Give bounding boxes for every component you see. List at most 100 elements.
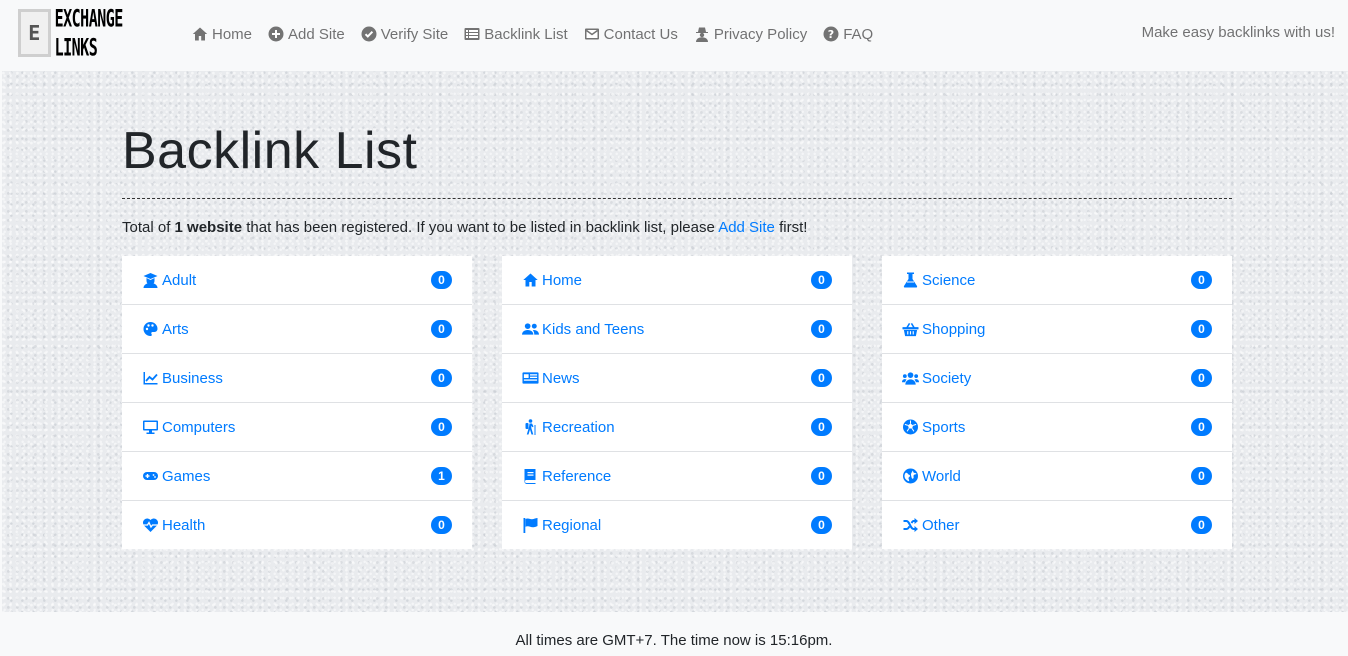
count-badge: 0	[1191, 418, 1212, 436]
category-label: Regional	[542, 516, 602, 534]
category-link-business[interactable]: Business	[142, 370, 223, 387]
user-secret-icon	[694, 26, 710, 42]
count-badge: 1	[431, 467, 452, 485]
category-link-shopping[interactable]: Shopping	[902, 321, 985, 338]
nav-home-label: Home	[212, 25, 253, 43]
category-link-adult[interactable]: Adult	[142, 272, 196, 289]
category-item-games: Games 1	[122, 452, 472, 501]
category-label: Science	[922, 271, 976, 289]
category-label: Business	[162, 369, 223, 387]
category-item-adult: Adult 0	[122, 256, 472, 305]
category-list-3: Science 0 Shopping 0 Society 0 Sports 0 …	[882, 256, 1232, 549]
count-badge: 0	[431, 418, 452, 436]
count-badge: 0	[431, 320, 452, 338]
intro-count: 1 website	[174, 219, 243, 236]
category-link-other[interactable]: Other	[902, 517, 960, 534]
category-item-other: Other 0	[882, 501, 1232, 549]
main-content: Backlink List Total of 1 website that ha…	[2, 71, 1348, 612]
palette-icon	[142, 321, 159, 337]
category-label: World	[922, 467, 961, 485]
nav-backlink-list[interactable]: Backlink List	[464, 22, 568, 46]
flask-icon	[902, 272, 919, 288]
desktop-icon	[142, 419, 159, 435]
heartbeat-icon	[142, 517, 159, 533]
category-label: Sports	[922, 418, 966, 436]
category-link-news[interactable]: News	[522, 370, 580, 387]
globe-icon	[902, 468, 919, 484]
category-item-reference: Reference 0	[502, 452, 852, 501]
nav-contact-us[interactable]: Contact Us	[584, 22, 678, 46]
nav-privacy-policy-label: Privacy Policy	[713, 25, 808, 43]
question-circle-icon: ?	[823, 26, 839, 42]
nav-verify-site[interactable]: Verify Site	[361, 22, 449, 46]
count-badge: 0	[431, 271, 452, 289]
add-site-link[interactable]: Add Site	[718, 219, 775, 236]
count-badge: 0	[811, 271, 832, 289]
category-link-regional[interactable]: Regional	[522, 517, 601, 534]
category-label: Recreation	[542, 418, 615, 436]
futbol-icon	[902, 419, 919, 435]
category-link-recreation[interactable]: Recreation	[522, 419, 615, 436]
category-item-home: Home 0	[502, 256, 852, 305]
newspaper-icon	[522, 370, 539, 386]
category-item-business: Business 0	[122, 354, 472, 403]
chart-line-icon	[142, 370, 159, 386]
user-graduate-icon	[142, 272, 159, 288]
category-label: Reference	[542, 467, 612, 485]
category-label: Home	[542, 271, 583, 289]
category-item-news: News 0	[502, 354, 852, 403]
category-link-reference[interactable]: Reference	[522, 468, 611, 485]
count-badge: 0	[431, 369, 452, 387]
intro-suffix: first!	[774, 219, 808, 236]
category-link-games[interactable]: Games	[142, 468, 210, 485]
intro-prefix: Total of	[122, 219, 175, 236]
category-link-society[interactable]: Society	[902, 370, 971, 387]
nav-contact-us-label: Contact Us	[603, 25, 678, 43]
nav-privacy-policy[interactable]: Privacy Policy	[694, 22, 807, 46]
users-icon	[902, 370, 919, 386]
category-label: Arts	[162, 320, 189, 338]
count-badge: 0	[1191, 271, 1212, 289]
brand-mark: E	[18, 9, 51, 57]
footer: All times are GMT+7. The time now is 15:…	[0, 612, 1348, 656]
category-label: Kids and Teens	[542, 320, 645, 338]
brand-name: EXCHANGE LINKS	[54, 4, 124, 62]
envelope-icon	[584, 26, 600, 42]
category-link-home[interactable]: Home	[522, 272, 582, 289]
nav-home[interactable]: Home	[192, 22, 252, 46]
random-icon	[902, 517, 919, 533]
nav-add-site-label: Add Site	[288, 25, 345, 43]
svg-text:?: ?	[828, 28, 834, 41]
shopping-basket-icon	[902, 321, 919, 337]
category-list-1: Adult 0 Arts 0 Business 0 Computers 0 Ga…	[122, 256, 472, 549]
user-friends-icon	[522, 321, 539, 337]
category-link-sports[interactable]: Sports	[902, 419, 965, 436]
category-link-science[interactable]: Science	[902, 272, 975, 289]
nav-faq[interactable]: ? FAQ	[823, 22, 873, 46]
count-badge: 0	[811, 516, 832, 534]
tagline: Make easy backlinks with us!	[1141, 24, 1335, 41]
footer-time-text: All times are GMT+7. The time now is 15:…	[515, 632, 833, 649]
category-item-arts: Arts 0	[122, 305, 472, 354]
category-item-shopping: Shopping 0	[882, 305, 1232, 354]
category-link-kids-and-teens[interactable]: Kids and Teens	[522, 321, 644, 338]
home-icon	[192, 26, 208, 42]
count-badge: 0	[811, 418, 832, 436]
category-link-arts[interactable]: Arts	[142, 321, 189, 338]
nav-faq-label: FAQ	[843, 25, 874, 43]
category-link-world[interactable]: World	[902, 468, 961, 485]
category-link-health[interactable]: Health	[142, 517, 205, 534]
nav-add-site[interactable]: Add Site	[268, 22, 345, 46]
nav-verify-site-label: Verify Site	[380, 25, 449, 43]
category-link-computers[interactable]: Computers	[142, 419, 235, 436]
navbar: E EXCHANGE LINKS Home Add Site Verify Si…	[0, 0, 1348, 70]
brand-logo[interactable]: E EXCHANGE LINKS	[18, 4, 168, 62]
nav-backlink-list-label: Backlink List	[484, 25, 568, 43]
category-item-science: Science 0	[882, 256, 1232, 305]
count-badge: 0	[811, 320, 832, 338]
count-badge: 0	[811, 467, 832, 485]
category-label: Computers	[162, 418, 236, 436]
home-icon	[522, 272, 539, 288]
category-item-society: Society 0	[882, 354, 1232, 403]
plus-circle-icon	[268, 26, 284, 42]
